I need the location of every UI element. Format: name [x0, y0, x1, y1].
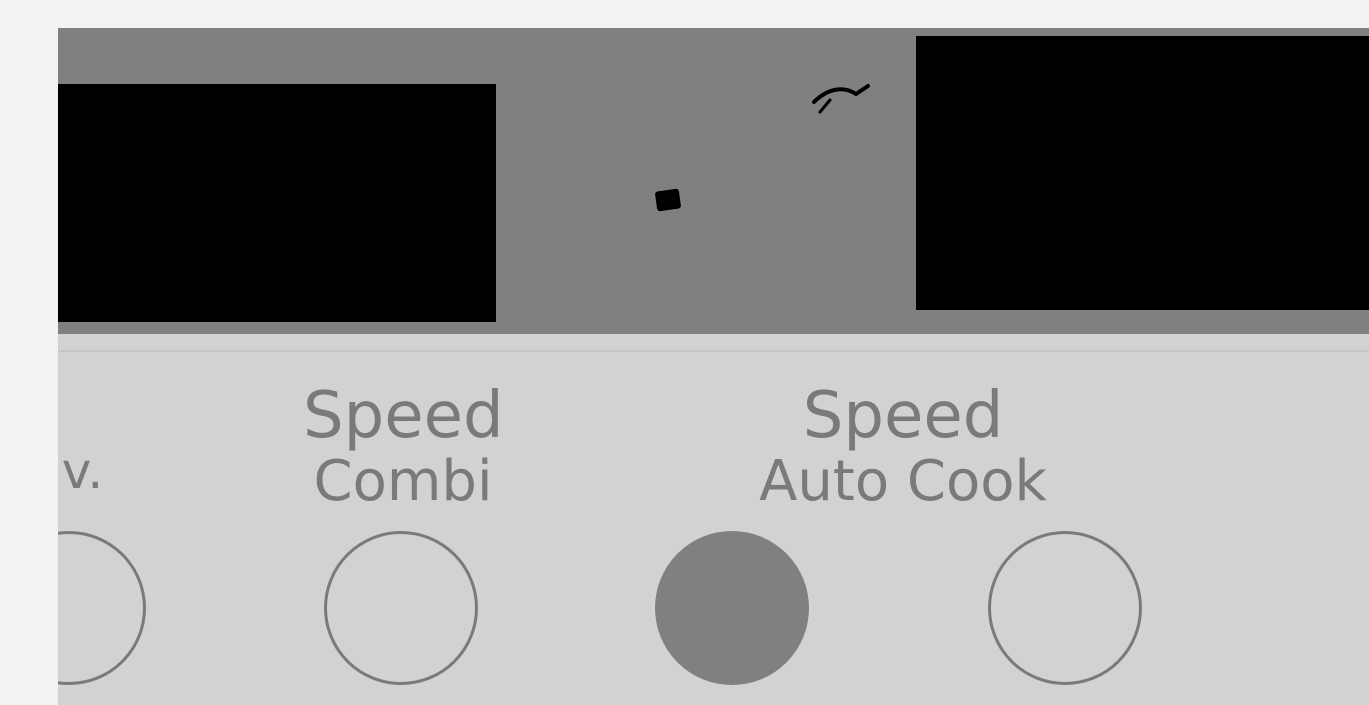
speed-combi-label: Speed Combi	[303, 379, 504, 514]
display-band	[58, 28, 1369, 334]
panel-divider	[58, 350, 1369, 352]
sensor-mark-icon	[812, 84, 870, 114]
speed-combi-button[interactable]	[324, 531, 478, 685]
start-button[interactable]	[655, 531, 809, 685]
conv-button[interactable]	[58, 531, 146, 685]
control-panel: nv. Speed Combi Speed Auto Cook	[58, 28, 1369, 705]
indicator-dot-icon	[654, 188, 682, 212]
conv-label: nv.	[58, 442, 104, 500]
left-display-screen	[58, 84, 496, 322]
speed-auto-cook-label: Speed Auto Cook	[748, 384, 1058, 510]
speed-auto-cook-label-line2: Auto Cook	[759, 449, 1047, 514]
speed-combi-label-line1: Speed	[303, 379, 504, 453]
speed-auto-cook-button[interactable]	[988, 531, 1142, 685]
speed-combi-label-line2: Combi	[313, 449, 493, 514]
right-display-screen	[916, 36, 1369, 310]
speed-auto-cook-label-line1: Speed	[802, 379, 1004, 453]
